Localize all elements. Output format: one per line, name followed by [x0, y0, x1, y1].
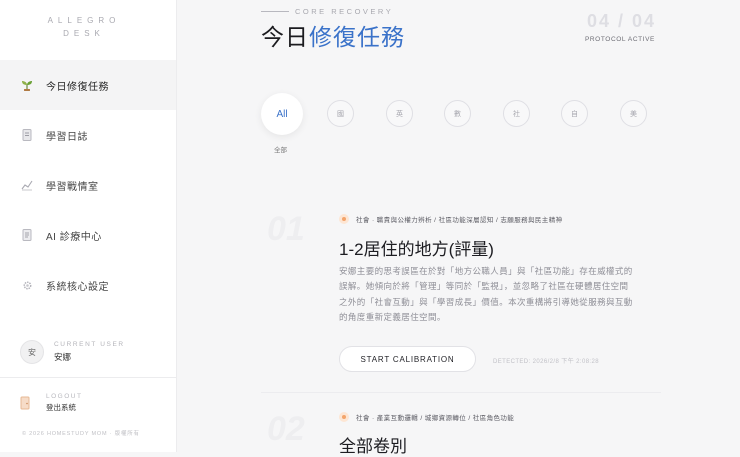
- filter-all-caption: 全部: [274, 147, 287, 154]
- logout-label: 登出系統: [46, 403, 76, 412]
- brand-line-2: DESK: [63, 29, 105, 38]
- sidebar-item-label: 今日修復任務: [46, 81, 109, 93]
- logout-caption: LOGOUT: [46, 393, 83, 400]
- current-user-caption: CURRENT USER: [54, 341, 125, 348]
- eyebrow-text: CORE RECOVERY: [295, 7, 394, 16]
- notebook-icon: [20, 128, 34, 142]
- tag-dot-icon: [339, 412, 349, 422]
- section-eyebrow: CORE RECOVERY: [261, 7, 393, 16]
- start-calibration-button[interactable]: START CALIBRATION: [339, 346, 476, 372]
- sidebar-item-daily-tasks[interactable]: 今日修復任務: [0, 60, 176, 110]
- sidebar-item-label: 學習日誌: [46, 131, 88, 143]
- task-tags: 社會 · 產業互動邏輯 / 城鄉資源轉位 / 社區角色功能: [356, 415, 515, 422]
- task-counter: 04 / 04: [586, 11, 656, 31]
- tag-dot-icon: [339, 214, 349, 224]
- copyright: © 2026 HOMESTUDY MOM · 版權所有: [22, 431, 140, 437]
- current-user-name: 安娜: [54, 352, 72, 362]
- subject-filters: All 全部 國 英 數 社 自 美: [261, 93, 661, 154]
- sidebar-item-war-room[interactable]: 學習戰情室: [0, 160, 176, 210]
- current-user: 安 CURRENT USER 安娜: [20, 340, 125, 364]
- sprout-icon: [20, 78, 34, 92]
- filter-social[interactable]: 社: [503, 100, 530, 127]
- detected-timestamp: DETECTED: 2026/2/8 下午 2:08:28: [493, 359, 599, 365]
- page-title-highlight: 修復任務: [309, 24, 405, 50]
- sidebar: ALLEGRO DESK 今日修復任務 學習日誌 學習戰情室 AI 診療中心 系…: [0, 0, 177, 452]
- sidebar-item-study-log[interactable]: 學習日誌: [0, 110, 176, 160]
- filter-science[interactable]: 自: [561, 100, 588, 127]
- sidebar-item-label: 系統核心設定: [46, 281, 109, 293]
- brand-logo: ALLEGRO DESK: [0, 14, 176, 40]
- filter-math[interactable]: 數: [444, 100, 471, 127]
- page-title: 今日修復任務: [261, 18, 405, 52]
- brand-line-1: ALLEGRO: [47, 16, 121, 25]
- sidebar-divider: [0, 377, 176, 378]
- page-title-plain: 今日: [261, 24, 309, 50]
- door-icon: [20, 396, 32, 410]
- protocol-status: PROTOCOL ACTIVE: [584, 36, 655, 43]
- task-title: 1-2居住的地方(評量): [339, 240, 494, 259]
- task-title: 全部卷別: [339, 437, 407, 456]
- filter-chinese[interactable]: 國: [327, 100, 354, 127]
- task-description: 安娜主要的思考誤區在於對「地方公職人員」與「社區功能」存在威權式的誤解。她傾向於…: [339, 266, 633, 323]
- sidebar-item-ai-clinic[interactable]: AI 診療中心: [0, 210, 176, 260]
- chart-icon: [20, 178, 34, 192]
- task-number: 01: [267, 210, 305, 248]
- filter-english[interactable]: 英: [386, 100, 413, 127]
- main-content: CORE RECOVERY 今日修復任務 04 / 04 PROTOCOL AC…: [177, 0, 740, 456]
- card-divider: [261, 392, 661, 393]
- sidebar-item-settings[interactable]: 系統核心設定: [0, 260, 176, 310]
- logout-button[interactable]: LOGOUT 登出系統: [20, 393, 82, 413]
- avatar: 安: [20, 340, 44, 364]
- sidebar-nav: 今日修復任務 學習日誌 學習戰情室 AI 診療中心 系統核心設定: [0, 60, 176, 310]
- task-number: 02: [267, 410, 305, 448]
- task-tags: 社會 · 職責與公權力辨析 / 社區功能深層認知 / 志願服務與民主精神: [356, 217, 563, 224]
- filter-art[interactable]: 美: [620, 100, 647, 127]
- gear-icon: [20, 278, 34, 292]
- sidebar-item-label: AI 診療中心: [46, 231, 102, 243]
- filter-all[interactable]: All: [261, 93, 303, 135]
- sidebar-item-label: 學習戰情室: [46, 181, 99, 193]
- document-icon: [20, 228, 34, 242]
